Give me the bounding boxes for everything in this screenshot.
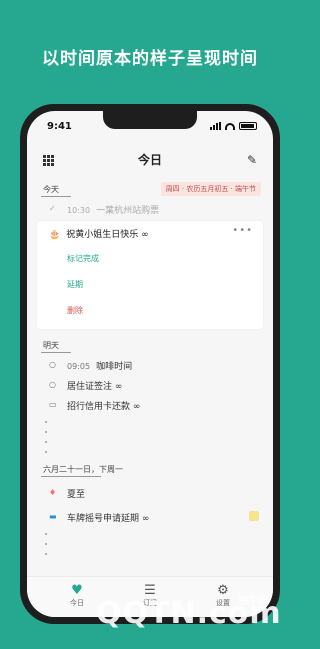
card-icon: ▭: [49, 400, 57, 409]
check-icon: ✓: [49, 204, 56, 213]
pen-icon[interactable]: ✎: [247, 153, 257, 167]
empty-days-dots: [27, 527, 273, 557]
section-label: 六月二十一日，下周一: [43, 465, 123, 474]
promo-title: 以时间原本的样子呈现时间: [42, 49, 258, 69]
nav-bar: 今日 ✎: [27, 147, 273, 173]
mark-done-button[interactable]: 标记完成: [67, 253, 99, 264]
drop-icon: ♦: [49, 488, 57, 497]
list-item[interactable]: ○ 09:05 咖啡时间: [27, 355, 273, 375]
date-badge: 周四 · 农历五月初五 · 端午节: [160, 182, 261, 196]
delete-button[interactable]: 删除: [67, 305, 83, 316]
battery-icon: [239, 122, 257, 130]
status-bar: 9:41: [27, 121, 273, 137]
section-label: 今天: [43, 185, 59, 194]
section-later: 六月二十一日，下周一: [27, 459, 273, 479]
phone-frame: 9:41 今日 ✎ 今天 周四 · 农历五月初五 · 端午节 ✓ 10:30 一葉…: [20, 104, 280, 624]
expanded-item-card[interactable]: 🎂 祝黄小姐生日快乐 ∞ ••• 标记完成 延期 删除: [37, 221, 263, 329]
item-title: 祝黄小姐生日快乐 ∞: [66, 230, 149, 240]
list-item[interactable]: ♦ 夏至: [27, 483, 273, 503]
section-tomorrow: 明天: [27, 335, 273, 355]
postpone-button[interactable]: 延期: [67, 279, 83, 290]
app-screen: 9:41 今日 ✎ 今天 周四 · 农历五月初五 · 端午节 ✓ 10:30 一葉…: [27, 111, 273, 617]
list-item[interactable]: ▬ 车牌摇号申请延期 ∞: [27, 507, 273, 527]
note-icon: [249, 511, 259, 521]
page-title: 今日: [137, 153, 162, 167]
empty-days-dots: [27, 415, 273, 459]
list-item[interactable]: ▭ 招行信用卡还款 ∞: [27, 395, 273, 415]
section-today: 今天 周四 · 农历五月初五 · 端午节: [27, 179, 273, 199]
circle-icon: ○: [49, 380, 56, 389]
cake-icon: 🎂: [49, 230, 61, 240]
list-item[interactable]: ○ 居住证签注 ∞: [27, 375, 273, 395]
wifi-icon: [225, 122, 235, 130]
more-icon[interactable]: •••: [232, 225, 253, 236]
signal-icon: [210, 122, 221, 130]
list-item[interactable]: ✓ 10:30 一葉杭州站购票: [27, 199, 273, 219]
circle-icon: ○: [49, 360, 56, 369]
card-icon: ▬: [49, 512, 57, 521]
watermark-sub: 腾牛网: [238, 596, 268, 607]
section-label: 明天: [43, 341, 59, 350]
agenda-list: 今天 周四 · 农历五月初五 · 端午节 ✓ 10:30 一葉杭州站购票 🎂 祝黄小…: [27, 179, 273, 557]
status-time: 9:41: [47, 121, 72, 132]
